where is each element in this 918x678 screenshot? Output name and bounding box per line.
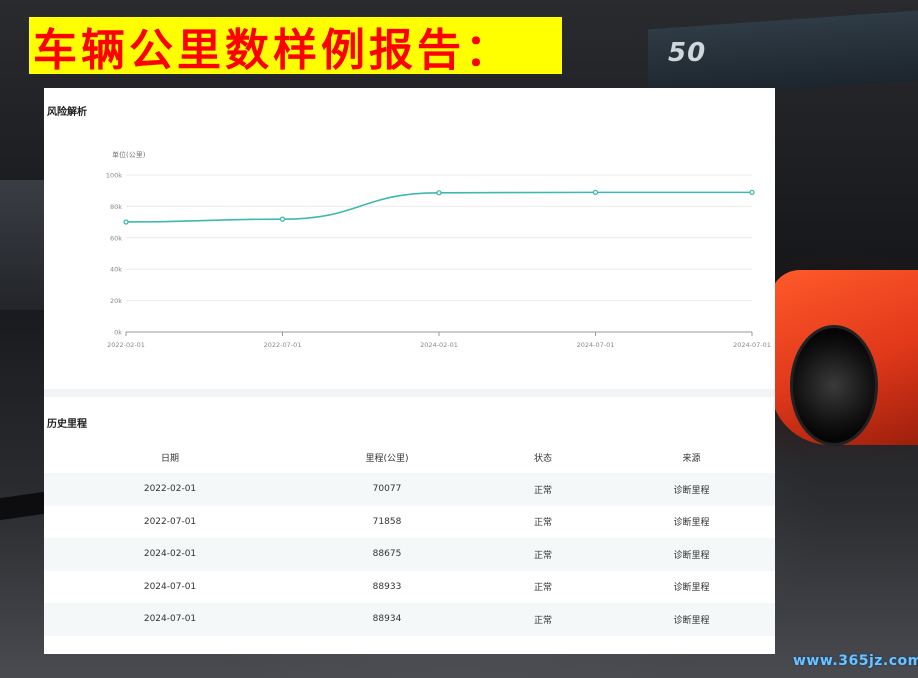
cell-status: 正常 [533,485,552,496]
cell-status: 正常 [533,615,552,626]
y-tick-label: 60k [110,234,122,242]
page-title: 车辆公里数样例报告： [33,24,513,76]
cell-status: 正常 [533,583,552,594]
y-tick-label: 0k [114,329,122,337]
background-sign-text: 50 [668,38,707,68]
mileage-chart-svg: 单位(公里) 0k 20k 40k 60k 80k 100k 2022-02-01 2022-0… [106,150,771,349]
cell-date: 2022-02-01 [143,484,197,495]
section-divider [44,389,775,397]
table-row: 2024-07-01 88934 正常 诊断里程 [44,603,775,636]
y-axis-unit-label: 单位(公里) [112,150,146,159]
cell-status: 正常 [533,550,552,561]
table-row: 2022-07-01 71858 正常 诊断里程 [44,506,775,539]
x-tick-label: 2022-07-01 [264,341,302,349]
series-line [125,191,753,223]
risk-section-title: 风险解析 [47,107,87,118]
x-tick-label: 2024-07-01 [577,341,615,349]
history-table: 日期 里程(公里) 状态 来源 2022-02-01 70077 正常 诊断里程… [44,442,775,636]
column-header-status: 状态 [533,454,552,464]
x-tick-label: 2024-07-01 [733,341,771,349]
table-header-row: 日期 里程(公里) 状态 来源 [44,442,775,473]
data-point [279,216,286,222]
data-point [436,190,442,196]
cell-source: 诊断里程 [673,583,710,594]
column-header-mileage: 里程(公里) [365,454,409,464]
table-body: 2022-02-01 70077 正常 诊断里程 2022-07-01 7185… [44,473,775,636]
table-row: 2022-02-01 70077 正常 诊断里程 [44,473,775,506]
cell-source: 诊断里程 [673,485,710,496]
title-banner: 车辆公里数样例报告： [29,17,562,76]
report-card: 风险解析 单位(公里) 0k 20k 40k 60k 80k 100k 2022-02-01 2… [44,88,775,654]
cell-mileage: 71858 [372,516,402,527]
mileage-chart: 单位(公里) 0k 20k 40k 60k 80k 100k 2022-02-01 2022-0… [44,118,775,388]
cell-mileage: 88933 [372,581,402,592]
cell-date: 2024-07-01 [143,614,197,625]
x-tick-label: 2022-02-01 [107,341,145,349]
data-point [749,189,755,196]
cell-source: 诊断里程 [673,518,710,529]
y-tick-label: 40k [110,266,122,274]
cell-mileage: 88675 [372,549,402,560]
table-row: 2024-02-01 88675 正常 诊断里程 [44,538,775,571]
table-row: 2024-07-01 88933 正常 诊断里程 [44,571,775,604]
column-header-date: 日期 [160,454,179,464]
data-point [123,219,129,225]
y-tick-label: 80k [110,203,122,211]
cell-mileage: 88934 [372,614,402,625]
column-header-source: 来源 [682,454,701,464]
cell-mileage: 70077 [372,484,402,495]
history-section-title: 历史里程 [47,419,87,430]
cell-date: 2022-07-01 [143,516,197,527]
cell-source: 诊断里程 [673,550,710,561]
cell-date: 2024-02-01 [143,549,197,560]
background-car-wheel [790,325,878,446]
cell-date: 2024-07-01 [143,581,197,592]
cell-status: 正常 [533,518,552,529]
x-tick-label: 2024-02-01 [420,341,458,349]
background-people [0,180,44,310]
watermark: www.365jz.com [793,653,918,669]
cell-source: 诊断里程 [673,615,710,626]
data-point [592,189,599,196]
y-tick-label: 100k [106,172,122,180]
y-tick-label: 20k [110,297,122,305]
